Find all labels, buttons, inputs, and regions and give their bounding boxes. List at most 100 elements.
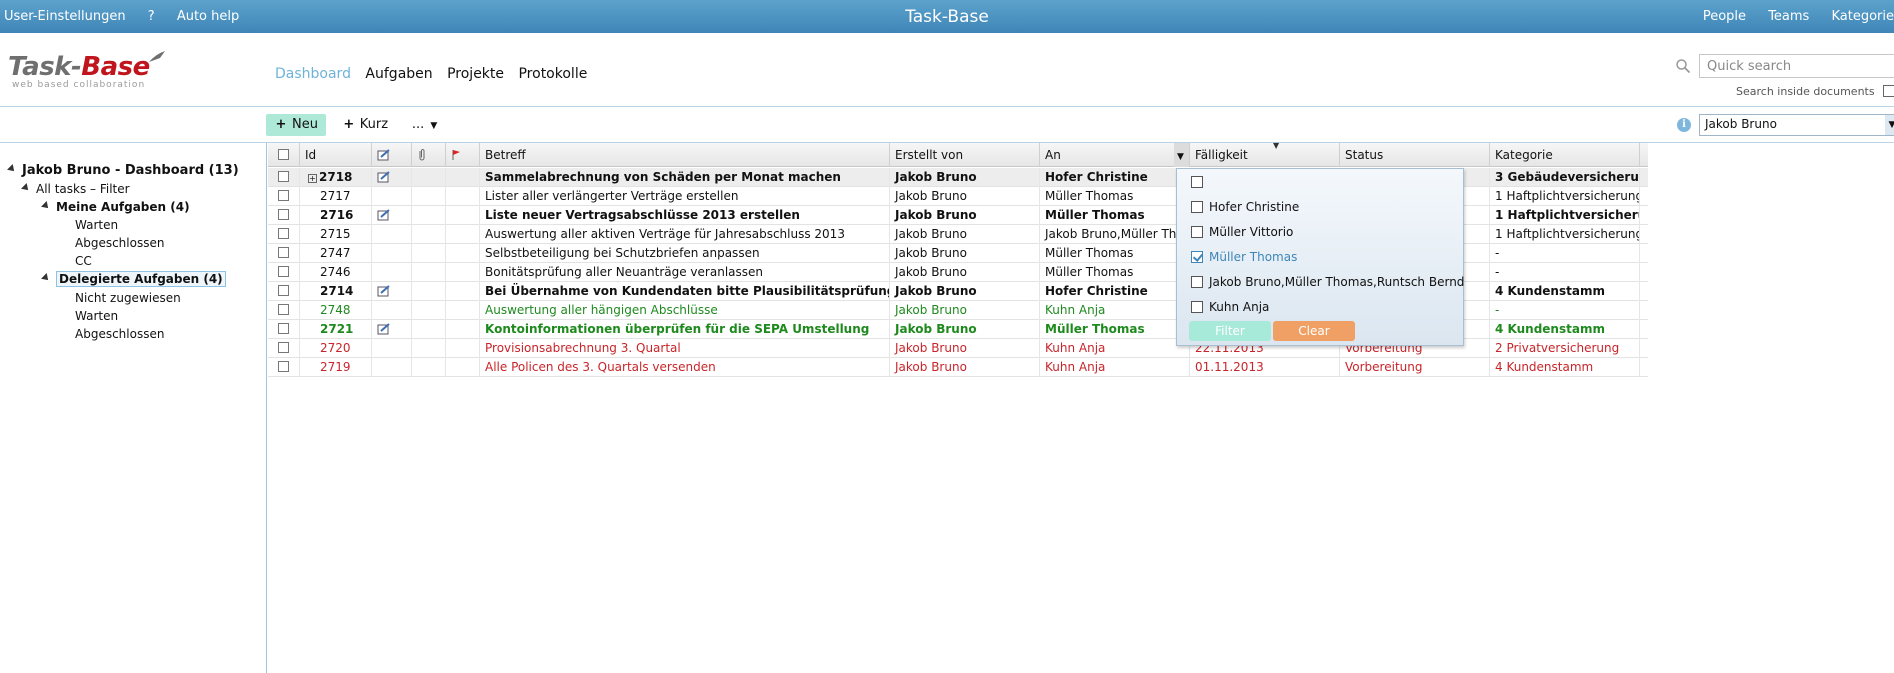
row-checkbox[interactable] (278, 228, 289, 239)
filter-apply-button[interactable]: Filter (1189, 321, 1271, 341)
header-attachment[interactable] (412, 143, 446, 167)
quick-task-button[interactable]: + Kurz (334, 114, 396, 136)
filter-checkbox[interactable] (1191, 276, 1203, 288)
row-checkbox[interactable] (278, 361, 289, 372)
cell-edit[interactable] (372, 263, 412, 282)
header-edit[interactable] (372, 143, 412, 167)
header-id[interactable]: Id (300, 143, 372, 167)
filter-checkbox[interactable] (1191, 301, 1203, 313)
tree-all-tasks[interactable]: All tasks – Filter (21, 182, 130, 196)
cell-id[interactable]: 2714 (300, 282, 372, 301)
select-all-cell[interactable] (268, 143, 300, 167)
filter-option-hofer-christine[interactable]: Hofer Christine (1191, 200, 1299, 220)
cell-id[interactable]: 2721 (300, 320, 372, 339)
row-checkbox[interactable] (278, 342, 289, 353)
cell-id[interactable]: 2747 (300, 244, 372, 263)
cell-id[interactable]: 2746 (300, 263, 372, 282)
row-select-cell[interactable] (268, 339, 300, 358)
search-icon[interactable] (1675, 58, 1691, 74)
nav-projekte[interactable]: Projekte (447, 66, 504, 82)
header-betreff[interactable]: Betreff (480, 143, 890, 167)
select-all-checkbox[interactable] (278, 149, 289, 160)
filter-option-empty[interactable] (1191, 175, 1209, 195)
cell-id[interactable]: 2719 (300, 358, 372, 377)
row-select-cell[interactable] (268, 244, 300, 263)
expand-plus-icon[interactable]: + (308, 174, 317, 183)
cell-edit[interactable] (372, 358, 412, 377)
tree-meine-aufgaben[interactable]: Meine Aufgaben (4) (41, 200, 190, 214)
cell-edit[interactable] (372, 225, 412, 244)
filter-clear-button[interactable]: Clear (1273, 321, 1355, 341)
table-row[interactable]: 2719 Alle Policen des 3. Quartals versend… (268, 358, 1648, 377)
header-status[interactable]: Status (1340, 143, 1490, 167)
tree-delegierte-nicht-zugewiesen[interactable]: Nicht zugewiesen (75, 291, 181, 305)
filter-checkbox-checked[interactable] (1191, 251, 1203, 263)
row-select-cell[interactable] (268, 282, 300, 301)
cell-edit[interactable] (372, 187, 412, 206)
more-menu-button[interactable]: ... ▼ (404, 114, 445, 136)
tree-dashboard-root[interactable]: Jakob Bruno - Dashboard (13) (7, 163, 239, 178)
logo[interactable]: Task-Base web based collaboration (8, 51, 165, 90)
row-checkbox[interactable] (278, 171, 289, 182)
tree-meine-abgeschlossen[interactable]: Abgeschlossen (75, 236, 164, 250)
row-checkbox[interactable] (278, 247, 289, 258)
user-settings-link[interactable]: User-Einstellungen (4, 9, 126, 24)
row-checkbox[interactable] (278, 209, 289, 220)
edit-icon[interactable] (377, 323, 391, 335)
row-select-cell[interactable] (268, 225, 300, 244)
edit-icon[interactable] (377, 285, 391, 297)
nav-dashboard[interactable]: Dashboard (275, 66, 351, 82)
cell-edit[interactable] (372, 244, 412, 263)
tree-delegierte-warten[interactable]: Warten (75, 309, 118, 323)
tree-meine-warten[interactable]: Warten (75, 218, 118, 232)
row-select-cell[interactable] (268, 263, 300, 282)
row-checkbox[interactable] (278, 266, 289, 277)
nav-protokolle[interactable]: Protokolle (518, 66, 587, 82)
people-link[interactable]: People (1703, 9, 1746, 24)
auto-help-link[interactable]: Auto help (177, 9, 239, 24)
teams-link[interactable]: Teams (1768, 9, 1809, 24)
row-select-cell[interactable] (268, 358, 300, 377)
filter-option-mueller-thomas[interactable]: Müller Thomas (1191, 250, 1297, 270)
kategorie-link[interactable]: Kategorie (1831, 9, 1894, 24)
expand-triangle-icon[interactable] (41, 201, 51, 211)
user-select[interactable]: Jakob Bruno ▼ (1699, 114, 1894, 136)
row-select-cell[interactable] (268, 168, 300, 187)
cell-id[interactable]: 2748 (300, 301, 372, 320)
row-checkbox[interactable] (278, 304, 289, 315)
header-flag[interactable] (446, 143, 480, 167)
search-inside-docs-option[interactable]: Search inside documents (1736, 85, 1894, 98)
row-checkbox[interactable] (278, 323, 289, 334)
tree-delegierte-abgeschlossen[interactable]: Abgeschlossen (75, 327, 164, 341)
edit-icon[interactable] (377, 209, 391, 221)
cell-edit[interactable] (372, 206, 412, 225)
info-icon[interactable]: i (1677, 118, 1691, 132)
cell-id[interactable]: 2720 (300, 339, 372, 358)
cell-id[interactable]: 2716 (300, 206, 372, 225)
cell-id[interactable]: 2715 (300, 225, 372, 244)
nav-aufgaben[interactable]: Aufgaben (365, 66, 432, 82)
filter-option-jakob-mueller-runtsch[interactable]: Jakob Bruno,Müller Thomas,Runtsch Bernd (1191, 275, 1464, 295)
filter-option-mueller-vittorio[interactable]: Müller Vittorio (1191, 225, 1293, 245)
row-select-cell[interactable] (268, 320, 300, 339)
header-kategorie[interactable]: Kategorie (1490, 143, 1640, 167)
expand-triangle-icon[interactable] (41, 273, 51, 283)
tree-delegierte-aufgaben[interactable]: Delegierte Aufgaben (4) (41, 271, 226, 287)
cell-id[interactable]: 2717 (300, 187, 372, 206)
an-filter-dropdown-icon[interactable]: ▼ (1174, 143, 1190, 167)
cell-id[interactable]: +2718 (300, 168, 372, 187)
header-an[interactable]: An (1040, 143, 1190, 167)
new-task-button[interactable]: + Neu (266, 114, 326, 136)
expand-triangle-icon[interactable] (21, 183, 31, 193)
row-checkbox[interactable] (278, 285, 289, 296)
row-select-cell[interactable] (268, 187, 300, 206)
tree-meine-cc[interactable]: CC (75, 254, 92, 268)
chevron-down-icon[interactable]: ▼ (1885, 115, 1894, 135)
header-erstellt-von[interactable]: Erstellt von (890, 143, 1040, 167)
filter-checkbox[interactable] (1191, 201, 1203, 213)
cell-edit[interactable] (372, 339, 412, 358)
quick-search-input[interactable] (1699, 54, 1894, 78)
cell-edit[interactable] (372, 320, 412, 339)
expand-triangle-icon[interactable] (7, 164, 17, 174)
filter-checkbox[interactable] (1191, 226, 1203, 238)
